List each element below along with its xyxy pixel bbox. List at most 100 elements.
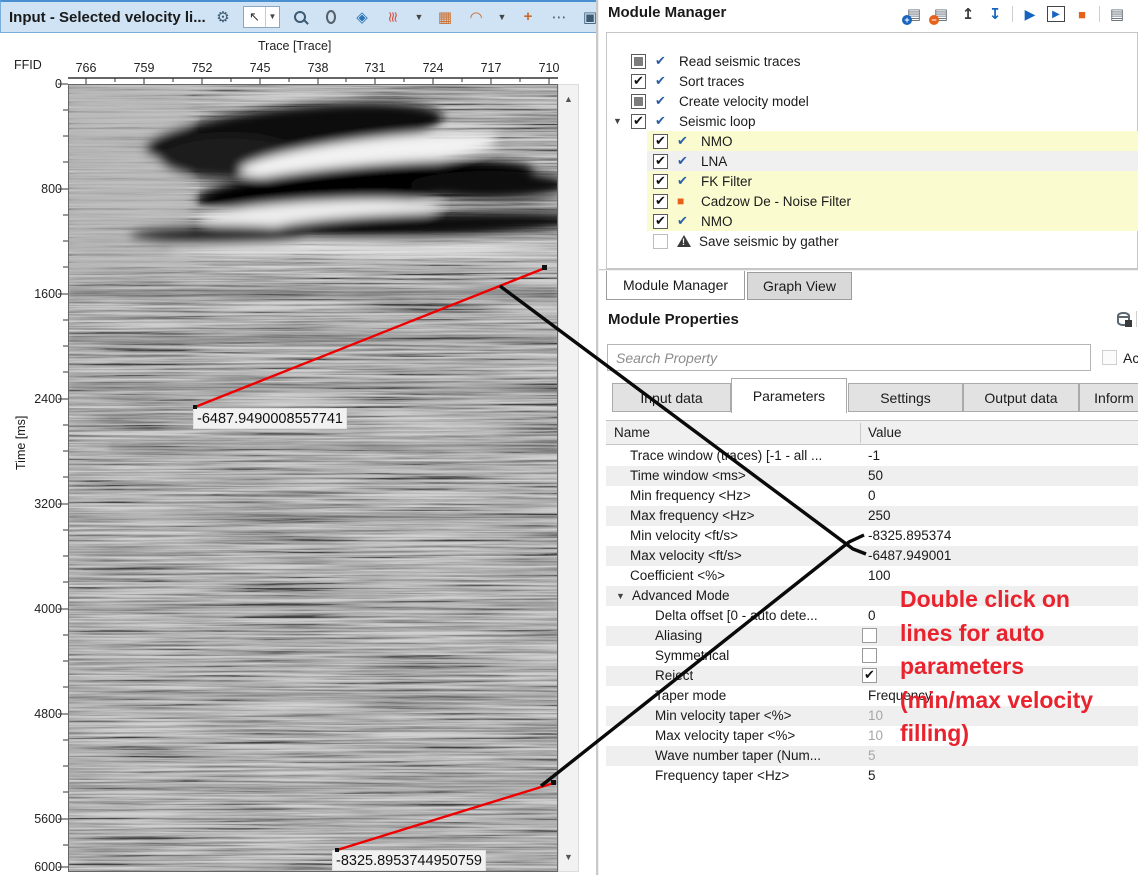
add-module-icon[interactable]: ▤ + (902, 4, 924, 25)
module-checkbox[interactable] (653, 173, 668, 189)
module-row[interactable]: ✔ FK Filter (607, 171, 1138, 191)
property-row[interactable]: Max frequency <Hz> 250 (606, 506, 1138, 526)
annotation-line: (min/max velocity (900, 686, 1094, 713)
module-checkbox[interactable] (631, 53, 646, 69)
seismic-image[interactable] (68, 84, 589, 872)
vertical-scrollbar[interactable]: ▲ ▼ (558, 84, 579, 872)
toolbar-separator (1136, 311, 1137, 327)
run-interactive-icon[interactable]: ▶ (1047, 6, 1065, 22)
search-property-input[interactable] (607, 344, 1091, 371)
property-name: Frequency taper <Hz> (655, 768, 790, 783)
annotation-line: parameters (900, 653, 1025, 679)
min-velocity-pick-label: -8325.8953744950759 (332, 850, 486, 871)
module-row[interactable]: ✔ Read seismic traces (607, 51, 1138, 71)
property-row[interactable]: Time window <ms> 50 (606, 466, 1138, 486)
module-manager-toolbar: ▤ + ▤ − ↥ ↧ ▶ ▶ ■ ▤ (902, 2, 1138, 26)
property-value[interactable]: 100 (868, 568, 891, 583)
module-label: NMO (701, 213, 733, 229)
property-row[interactable]: Min frequency <Hz> 0 (606, 486, 1138, 506)
symmetrical-checkbox[interactable] (862, 648, 877, 663)
module-row[interactable]: ■ Cadzow De - Noise Filter (607, 191, 1138, 211)
module-row[interactable]: ✔ NMO (607, 211, 1138, 231)
expander-icon[interactable]: ▼ (613, 116, 622, 126)
property-value: 5 (868, 748, 876, 763)
module-label: Cadzow De - Noise Filter (701, 193, 852, 209)
module-row[interactable]: Save seismic by gather (607, 231, 1138, 251)
expander-icon[interactable]: ▼ (616, 591, 625, 601)
tab-label: Graph View (763, 278, 836, 294)
flow-list-icon[interactable]: ▤ (1107, 4, 1127, 24)
module-label: Seismic loop (679, 113, 756, 129)
property-value[interactable]: 50 (868, 468, 883, 483)
property-value[interactable]: -1 (868, 448, 880, 463)
property-name: Time window <ms> (630, 468, 746, 483)
property-name: Max velocity <ft/s> (630, 548, 742, 563)
module-label: Sort traces (679, 73, 745, 89)
module-checkbox[interactable] (653, 213, 668, 229)
module-status-check-icon: ✔ (677, 153, 688, 168)
max-velocity-pick-label: -6487.9490008557741 (193, 408, 347, 429)
module-status-check-icon: ✔ (677, 133, 688, 148)
module-manager-panel: Module Manager ▤ + ▤ − ↥ ↧ ▶ ▶ ■ ▤ ✔ Read … (599, 0, 1138, 875)
property-value[interactable]: -8325.895374 (868, 528, 951, 543)
module-checkbox[interactable] (653, 133, 668, 149)
property-name: Max frequency <Hz> (630, 508, 755, 523)
module-checkbox[interactable] (653, 153, 668, 169)
seismic-display-panel: Input - Selected velocity li... ⚙ ↖ ▼ ◈ … (0, 0, 682, 875)
column-divider[interactable] (860, 423, 861, 443)
module-checkbox[interactable] (653, 193, 668, 209)
module-row[interactable]: ✔ LNA (607, 151, 1138, 171)
module-properties-icons: ∨ (1117, 311, 1138, 327)
aliasing-checkbox[interactable] (862, 628, 877, 643)
property-name: Reject (655, 668, 694, 683)
property-row-max-velocity[interactable]: Max velocity <ft/s> -6487.949001 (606, 546, 1138, 566)
module-checkbox[interactable] (631, 73, 646, 89)
tab-output-data[interactable]: Output data (963, 383, 1079, 412)
database-save-icon[interactable] (1117, 312, 1132, 327)
property-value[interactable]: -6487.949001 (868, 548, 951, 563)
module-checkbox[interactable] (653, 233, 668, 249)
property-name: Delta offset [0 - auto dete... (655, 608, 818, 623)
tab-information[interactable]: Inform (1079, 383, 1138, 412)
scroll-up-icon[interactable]: ▲ (559, 89, 578, 109)
seismic-raster (69, 85, 589, 871)
module-list: ✔ Read seismic traces ✔ Sort traces ✔ Cr… (606, 32, 1138, 269)
property-value[interactable]: 0 (868, 608, 876, 623)
property-row[interactable]: Trace window (traces) [-1 - all ... -1 (606, 446, 1138, 466)
module-checkbox[interactable] (631, 113, 646, 129)
scroll-down-icon[interactable]: ▼ (559, 847, 578, 867)
move-down-icon[interactable]: ↧ (985, 4, 1005, 24)
tab-input-data[interactable]: Input data (612, 383, 731, 412)
tab-graph-view[interactable]: Graph View (747, 272, 852, 300)
remove-module-icon[interactable]: ▤ − (929, 4, 951, 25)
annotation-line: Double click on (900, 586, 1070, 612)
module-properties-title: Module Properties (608, 311, 739, 328)
tab-label: Inform (1094, 389, 1134, 406)
module-row[interactable]: ✔ NMO (607, 131, 1138, 151)
property-name: Wave number taper (Num... (655, 748, 822, 763)
stop-icon[interactable]: ■ (1072, 4, 1092, 24)
tab-settings[interactable]: Settings (848, 383, 963, 412)
property-name: Taper mode (655, 688, 727, 703)
property-row-min-velocity[interactable]: Min velocity <ft/s> -8325.895374 (606, 526, 1138, 546)
module-row[interactable]: ✔ Create velocity model (607, 91, 1138, 111)
module-row[interactable]: ✔ Sort traces (607, 71, 1138, 91)
column-value: Value (868, 425, 902, 440)
module-label: Read seismic traces (679, 53, 801, 69)
property-value[interactable]: 0 (868, 488, 876, 503)
module-row[interactable]: ▼ ✔ Seismic loop (607, 111, 1138, 131)
module-status-check-icon: ✔ (677, 173, 688, 188)
tab-parameters[interactable]: Parameters (731, 378, 847, 413)
run-icon[interactable]: ▶ (1020, 4, 1040, 24)
annotation-note: Double click on lines for auto parameter… (900, 583, 1138, 751)
module-checkbox[interactable] (631, 93, 646, 109)
property-value[interactable]: 250 (868, 508, 891, 523)
move-up-icon[interactable]: ↥ (958, 4, 978, 24)
module-label: FK Filter (701, 173, 753, 189)
clipboard-icon[interactable] (1134, 4, 1138, 24)
tab-module-manager[interactable]: Module Manager (606, 271, 745, 300)
reject-checkbox[interactable] (862, 667, 877, 683)
property-value[interactable]: 5 (868, 768, 876, 783)
property-row[interactable]: Frequency taper <Hz> 5 (606, 766, 1138, 786)
advanced-checkbox[interactable] (1102, 350, 1117, 365)
